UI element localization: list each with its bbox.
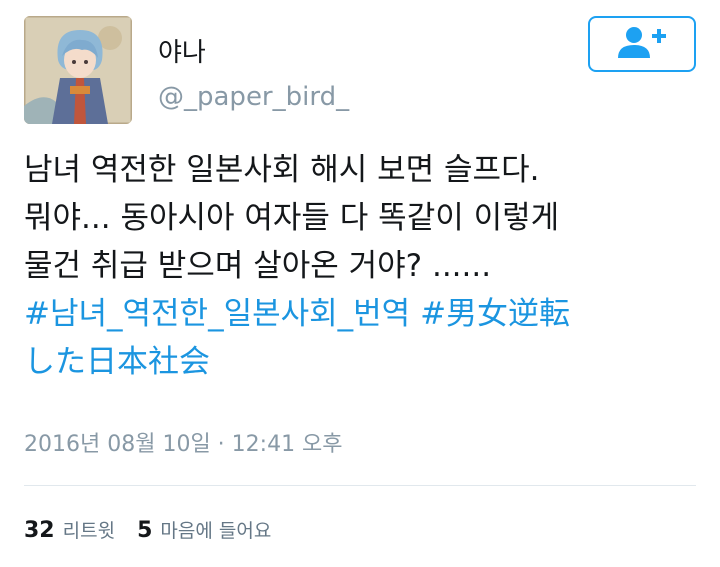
hashtag-line: #남녀_역전한_일본사회_번역 #男女逆転 bbox=[24, 290, 699, 338]
like-count[interactable]: 5 bbox=[137, 518, 152, 543]
like-label[interactable]: 마음에 들어요 bbox=[160, 516, 271, 543]
tweet-text: 남녀 역전한 일본사회 해시 보면 슬프다. 뭐야... 동아시아 여자들 다 … bbox=[24, 146, 699, 386]
follow-button[interactable] bbox=[588, 16, 696, 72]
tweet-line: 남녀 역전한 일본사회 해시 보면 슬프다. bbox=[24, 152, 540, 188]
add-user-icon bbox=[616, 25, 668, 63]
tweet-line: 물건 취급 받으며 살아온 거야? ...... bbox=[24, 248, 492, 284]
avatar[interactable] bbox=[24, 16, 132, 124]
user-handle[interactable]: @_paper_bird_ bbox=[158, 82, 349, 112]
divider bbox=[24, 485, 696, 486]
tweet-timestamp[interactable]: 2016년 08월 10일 · 12:41 오후 bbox=[24, 426, 343, 458]
hashtag-link[interactable]: #남녀_역전한_일본사회_번역 bbox=[24, 296, 410, 332]
avatar-illustration bbox=[24, 16, 132, 124]
tweet-line: 뭐야... 동아시아 여자들 다 똑같이 이렇게 bbox=[24, 200, 560, 236]
display-name[interactable]: 야나 bbox=[158, 32, 206, 69]
retweet-count[interactable]: 32 bbox=[24, 518, 55, 543]
retweet-label[interactable]: 리트윗 bbox=[63, 516, 115, 543]
hashtag-line: した日本社会 bbox=[24, 338, 699, 386]
hashtag-link-continued[interactable]: した日本社会 bbox=[24, 344, 210, 380]
tweet-stats: 32 리트윗 5 마음에 들어요 bbox=[24, 516, 271, 543]
hashtag-link[interactable]: #男女逆転 bbox=[420, 296, 570, 332]
